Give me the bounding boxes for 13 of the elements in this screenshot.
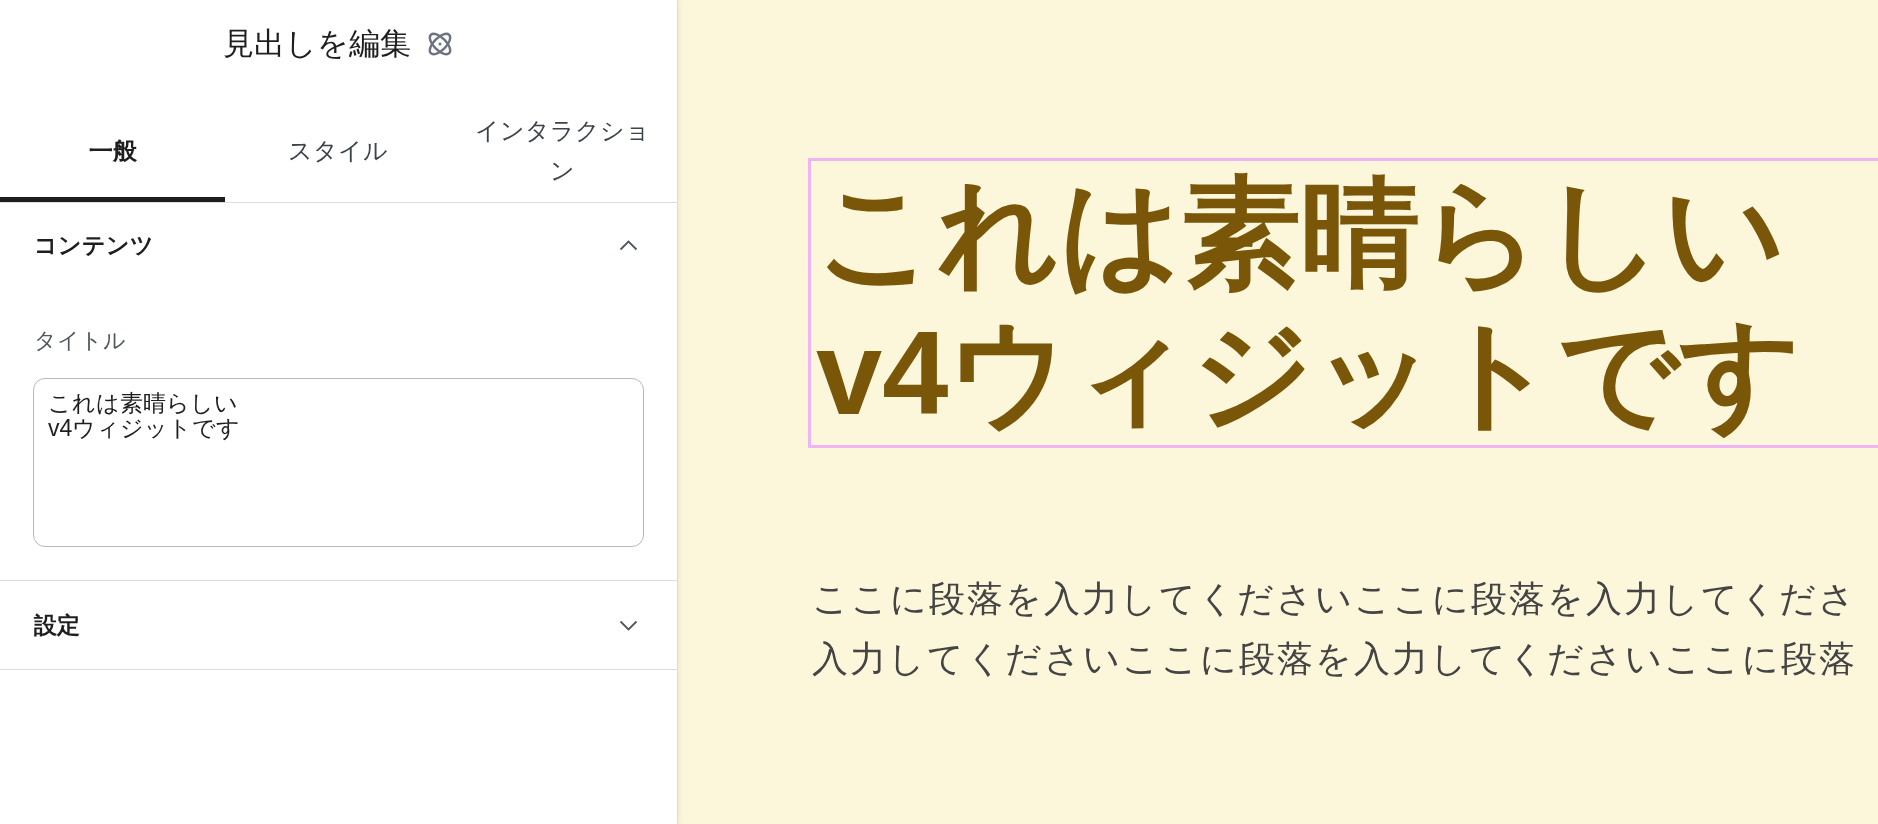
paragraph-text: 入力してくださいここに段落を入力してくださいここに段落: [812, 637, 1857, 681]
heading-widget[interactable]: これは素晴らしい v4ウィジットです: [808, 158, 1878, 448]
section-header[interactable]: コンテンツ: [0, 203, 677, 287]
text-area-field[interactable]: これは素晴らしい v4ウィジットです: [33, 378, 644, 547]
tab[interactable]: 一般: [0, 90, 225, 202]
chevron-up-icon: [619, 239, 638, 251]
paragraph-text: ここに段落を入力してくださいここに段落を入力してくださ: [812, 577, 1857, 621]
section-header[interactable]: 設定: [0, 581, 677, 669]
tab[interactable]: インタラクション: [450, 90, 675, 202]
chevron-down-icon: [619, 619, 638, 631]
field-label: タイトル: [33, 327, 127, 355]
tab[interactable]: スタイル: [225, 90, 450, 202]
panel-title: 見出しを編集: [222, 25, 411, 63]
